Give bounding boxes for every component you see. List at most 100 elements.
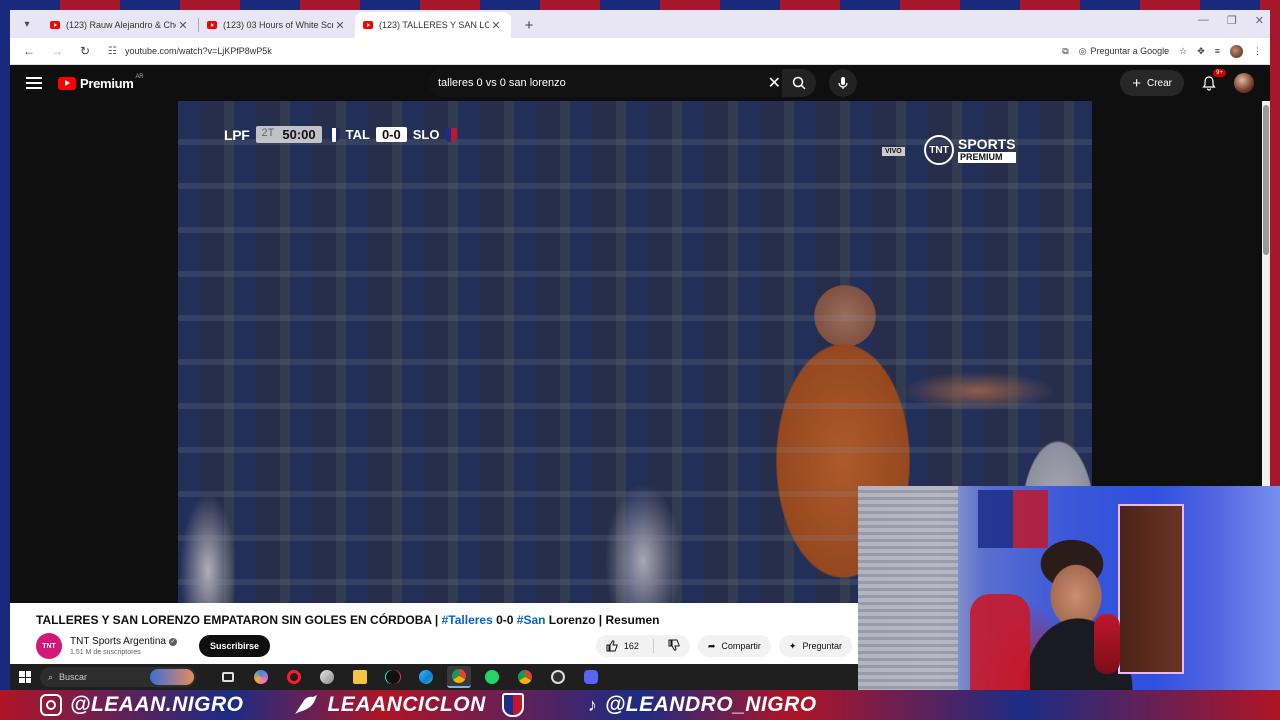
new-tab-icon[interactable]: + — [517, 13, 541, 37]
video-title: TALLERES Y SAN LORENZO EMPATARON SIN GOL… — [36, 613, 660, 627]
subscriber-count: 1.51 M de suscriptores — [70, 649, 141, 656]
whatsapp-icon[interactable] — [480, 666, 504, 688]
account-avatar[interactable] — [1234, 73, 1254, 93]
media-icon[interactable]: ≡ — [1215, 46, 1220, 56]
home-team: TAL — [345, 127, 370, 142]
search-input[interactable]: talleres 0 vs 0 san lorenzo ✕ — [428, 69, 791, 97]
hashtag-san[interactable]: #San — [517, 613, 546, 627]
half-label: 2T — [261, 127, 275, 139]
install-app-icon[interactable]: ⧉ — [1062, 46, 1068, 57]
youtube-masthead: Premium AR talleres 0 vs 0 san lorenzo ✕… — [10, 65, 1270, 101]
san-lorenzo-crest-icon — [445, 127, 458, 142]
opera-icon[interactable] — [282, 666, 306, 688]
ask-button[interactable]: ✦ Preguntar — [778, 635, 852, 657]
bookmark-star-icon[interactable]: ☆ — [1179, 46, 1187, 57]
youtube-favicon-icon — [207, 21, 217, 29]
extensions-icon[interactable]: ✥ — [1197, 46, 1205, 57]
network-line2: PREMIUM — [958, 152, 1016, 163]
search-highlight-image — [150, 669, 194, 685]
url-text: youtube.com/watch?v=LjKPfP8wP5k — [124, 46, 272, 56]
plus-icon: + — [1132, 74, 1141, 92]
scrollbar-thumb[interactable] — [1263, 105, 1269, 255]
video-actions: 162 ➦ Compartir ✦ Preguntar — [595, 635, 852, 657]
dislike-button[interactable] — [668, 639, 680, 653]
search-query: talleres 0 vs 0 san lorenzo — [438, 77, 566, 89]
url-field[interactable]: ☷ youtube.com/watch?v=LjKPfP8wP5k — [102, 41, 1056, 62]
score: 0-0 — [375, 127, 407, 142]
title-text: TALLERES Y SAN LORENZO EMPATARON SIN GOL… — [36, 613, 442, 627]
ask-google-button[interactable]: ◎ Preguntar a Google — [1079, 46, 1169, 57]
clock-time: 50:00 — [282, 127, 316, 142]
back-icon[interactable]: ← — [18, 40, 40, 62]
channel-avatar[interactable]: TNT — [36, 633, 62, 659]
ask-google-label: Preguntar a Google — [1090, 46, 1170, 56]
tab-2[interactable]: (123) 03 Hours of White Screen ✕ — [199, 12, 355, 38]
sparkle-icon: ✦ — [788, 640, 797, 651]
restore-icon[interactable]: ❐ — [1227, 14, 1237, 27]
close-window-icon[interactable]: ✕ — [1255, 14, 1264, 27]
subscribe-button[interactable]: Suscribirse — [198, 635, 271, 657]
san-lorenzo-crest-icon — [501, 693, 524, 717]
search-icon: ⌕ — [48, 671, 54, 682]
copilot-icon[interactable] — [249, 666, 273, 688]
share-button[interactable]: ➦ Compartir — [697, 635, 771, 657]
tab-search-chevron-icon[interactable]: ▾ — [16, 13, 38, 35]
site-info-icon[interactable]: ☷ — [108, 46, 117, 57]
chrome-alt-icon[interactable] — [513, 666, 537, 688]
taskbar-search-placeholder: Buscar — [59, 672, 88, 682]
instagram-handle: @LEAAN.NIGRO — [70, 693, 244, 716]
start-button[interactable] — [10, 671, 40, 683]
menu-icon[interactable] — [26, 77, 42, 89]
notification-badge: 9+ — [1213, 69, 1226, 77]
tiktok-handle: @LEANDRO_NIGRO — [604, 693, 817, 716]
tab-close-icon[interactable]: ✕ — [489, 19, 503, 32]
scorebug: LPF 2T 50:00 TAL 0-0 SLO — [224, 126, 458, 143]
chrome-icon[interactable] — [447, 666, 471, 688]
voice-search-button[interactable] — [829, 69, 857, 97]
notifications-button[interactable]: 9+ — [1198, 69, 1226, 94]
hashtag-talleres[interactable]: #Talleres — [442, 613, 493, 627]
thumbs-up-icon — [606, 640, 618, 652]
tab-3-active[interactable]: (123) TALLERES Y SAN LORENZO ✕ — [355, 12, 511, 38]
forward-icon[interactable]: → — [46, 40, 68, 62]
window-controls: — ❐ ✕ — [1198, 14, 1264, 27]
taskbar-search[interactable]: ⌕ Buscar — [40, 667, 196, 687]
bell-icon — [1202, 75, 1216, 91]
minimize-icon[interactable]: — — [1198, 14, 1209, 27]
search-button[interactable] — [782, 69, 816, 97]
tiktok-icon: ♪ — [587, 694, 597, 715]
clear-search-icon[interactable]: ✕ — [768, 73, 781, 93]
verified-icon: ✓ — [168, 637, 177, 646]
tab-close-icon[interactable]: ✕ — [176, 19, 190, 32]
tnt-mark: TNT — [924, 135, 954, 165]
channel-name-row[interactable]: TNT Sports Argentina ✓ — [70, 636, 177, 647]
match-clock: 2T 50:00 — [255, 126, 322, 143]
tab-title: (123) TALLERES Y SAN LORENZO — [379, 20, 489, 30]
ask-label: Preguntar — [802, 641, 842, 651]
edge-icon[interactable] — [414, 666, 438, 688]
like-button[interactable]: 162 — [606, 640, 639, 652]
away-team: SLO — [412, 127, 440, 142]
reload-icon[interactable]: ↻ — [74, 40, 96, 62]
bird-icon — [295, 695, 318, 714]
file-explorer-icon[interactable] — [348, 666, 372, 688]
tab-close-icon[interactable]: ✕ — [333, 19, 347, 32]
brand-handle: LEAANCICLON — [327, 693, 486, 716]
obs-icon[interactable] — [546, 666, 570, 688]
task-view-icon[interactable] — [216, 666, 240, 688]
edge-alt-icon[interactable] — [315, 666, 339, 688]
profile-avatar[interactable] — [1230, 44, 1243, 58]
tiktok-icon[interactable] — [381, 666, 405, 688]
browser-menu-icon[interactable]: ⋮ — [1253, 46, 1262, 57]
create-label: Crear — [1146, 77, 1172, 89]
tab-title: (123) 03 Hours of White Screen — [223, 20, 333, 30]
share-icon: ➦ — [707, 640, 716, 651]
windows-logo-icon — [19, 671, 31, 683]
live-tag: VIVO — [882, 147, 905, 156]
create-button[interactable]: + Crear — [1120, 70, 1184, 96]
tab-bar: ▾ (123) Rauw Alejandro & Chencho ✕ (123)… — [10, 10, 1270, 38]
discord-icon[interactable] — [579, 666, 603, 688]
like-count: 162 — [623, 641, 639, 651]
youtube-premium-logo[interactable]: Premium AR — [58, 74, 144, 91]
tab-1[interactable]: (123) Rauw Alejandro & Chencho ✕ — [42, 12, 198, 38]
